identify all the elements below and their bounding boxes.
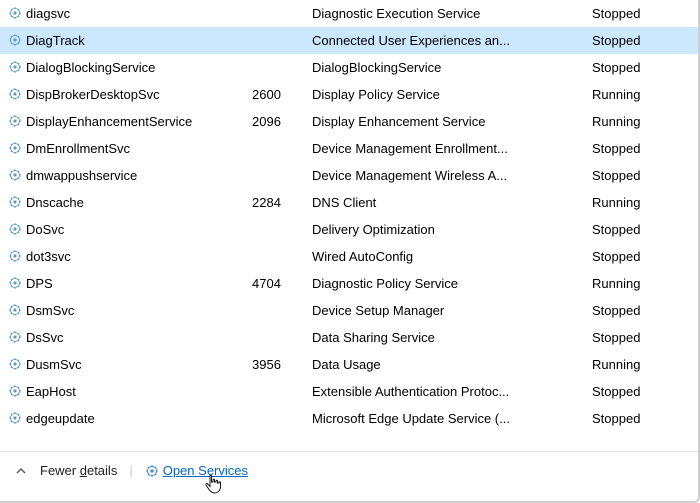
service-gear-icon (6, 303, 24, 317)
fewer-details-hotkey: d (80, 463, 87, 478)
service-status: Stopped (592, 303, 694, 318)
table-row[interactable]: DsmSvc Device Setup ManagerStopped (0, 297, 700, 324)
service-name: EapHost (24, 384, 252, 399)
service-description: Delivery Optimization (312, 222, 592, 237)
fewer-details-pre: Fewer (40, 463, 80, 478)
service-name: DispBrokerDesktopSvc (24, 87, 252, 102)
service-pid: 2600 (252, 87, 312, 102)
service-name: edgeupdate (24, 411, 252, 426)
service-pid: 2096 (252, 114, 312, 129)
service-pid: 4704 (252, 276, 312, 291)
service-gear-icon (6, 276, 24, 290)
service-description: Diagnostic Execution Service (312, 6, 592, 21)
service-gear-icon (6, 6, 24, 20)
service-status: Stopped (592, 60, 694, 75)
table-row[interactable]: Dnscache2284DNS ClientRunning (0, 189, 700, 216)
table-row[interactable]: DispBrokerDesktopSvc2600Display Policy S… (0, 81, 700, 108)
table-row[interactable]: DoSvc Delivery OptimizationStopped (0, 216, 700, 243)
service-pid: 2284 (252, 195, 312, 210)
service-name: DmEnrollmentSvc (24, 141, 252, 156)
open-services-post: ervices (207, 463, 248, 478)
service-description: Microsoft Edge Update Service (... (312, 411, 592, 426)
service-description: Connected User Experiences an... (312, 33, 592, 48)
table-row[interactable]: edgeupdate Microsoft Edge Update Service … (0, 405, 700, 432)
service-name: DialogBlockingService (24, 60, 252, 75)
service-status: Running (592, 87, 694, 102)
service-description: Wired AutoConfig (312, 249, 592, 264)
service-status: Stopped (592, 249, 694, 264)
service-name: Dnscache (24, 195, 252, 210)
service-gear-icon (6, 60, 24, 74)
service-name: DoSvc (24, 222, 252, 237)
service-description: Device Management Wireless A... (312, 168, 592, 183)
table-row[interactable]: DiagTrack Connected User Experiences an..… (0, 27, 700, 54)
service-description: Diagnostic Policy Service (312, 276, 592, 291)
service-gear-icon (6, 114, 24, 128)
service-description: DialogBlockingService (312, 60, 592, 75)
service-status: Stopped (592, 168, 694, 183)
service-gear-icon (6, 195, 24, 209)
service-status: Stopped (592, 384, 694, 399)
service-gear-icon (6, 411, 24, 425)
table-row[interactable]: EapHost Extensible Authentication Protoc.… (0, 378, 700, 405)
service-name: DsmSvc (24, 303, 252, 318)
service-description: Device Management Enrollment... (312, 141, 592, 156)
service-status: Running (592, 114, 694, 129)
service-gear-icon (6, 330, 24, 344)
service-status: Stopped (592, 411, 694, 426)
service-gear-icon (6, 141, 24, 155)
open-services-pre: Open (163, 463, 198, 478)
footer-bar: Fewer details | Open Services (0, 451, 700, 489)
service-description: Device Setup Manager (312, 303, 592, 318)
service-status: Running (592, 357, 694, 372)
service-description: Extensible Authentication Protoc... (312, 384, 592, 399)
service-name: dot3svc (24, 249, 252, 264)
service-description: Data Sharing Service (312, 330, 592, 345)
service-name: dmwappushservice (24, 168, 252, 183)
table-row[interactable]: DsSvc Data Sharing ServiceStopped (0, 324, 700, 351)
service-gear-icon (6, 384, 24, 398)
table-row[interactable]: DialogBlockingService DialogBlockingServi… (0, 54, 700, 81)
service-description: Display Policy Service (312, 87, 592, 102)
service-status: Stopped (592, 222, 694, 237)
service-name: DiagTrack (24, 33, 252, 48)
service-status: Stopped (592, 141, 694, 156)
table-row[interactable]: dot3svc Wired AutoConfigStopped (0, 243, 700, 270)
open-services-hotkey: S (198, 463, 207, 478)
service-status: Running (592, 195, 694, 210)
service-name: DusmSvc (24, 357, 252, 372)
service-status: Running (592, 276, 694, 291)
service-description: Data Usage (312, 357, 592, 372)
service-gear-icon (6, 222, 24, 236)
open-services-link[interactable]: Open Services (145, 463, 248, 478)
service-name: DsSvc (24, 330, 252, 345)
service-gear-icon (6, 168, 24, 182)
service-pid: 3956 (252, 357, 312, 372)
service-name: DPS (24, 276, 252, 291)
service-name: diagsvc (24, 6, 252, 21)
service-gear-icon (6, 357, 24, 371)
service-status: Stopped (592, 6, 694, 21)
table-row[interactable]: DPS4704Diagnostic Policy ServiceRunning (0, 270, 700, 297)
service-gear-icon (6, 33, 24, 47)
service-name: DisplayEnhancementService (24, 114, 252, 129)
gear-icon (145, 464, 159, 478)
table-row[interactable]: DusmSvc3956Data UsageRunning (0, 351, 700, 378)
service-description: DNS Client (312, 195, 592, 210)
fewer-details-link[interactable]: Fewer details (40, 463, 117, 478)
chevron-up-icon (14, 464, 28, 478)
services-table[interactable]: diagsvcDiagnostic Execution ServiceStopp… (0, 0, 700, 432)
service-description: Display Enhancement Service (312, 114, 592, 129)
service-gear-icon (6, 87, 24, 101)
footer-divider: | (129, 463, 132, 478)
service-status: Stopped (592, 33, 694, 48)
fewer-details-post: etails (87, 463, 117, 478)
table-row[interactable]: diagsvc Diagnostic Execution ServiceStopp… (0, 0, 700, 27)
table-row[interactable]: DmEnrollmentSvc Device Management Enrollm… (0, 135, 700, 162)
service-gear-icon (6, 249, 24, 263)
service-status: Stopped (592, 330, 694, 345)
table-row[interactable]: DisplayEnhancementService2096Display Enh… (0, 108, 700, 135)
table-row[interactable]: dmwappushservice Device Management Wirele… (0, 162, 700, 189)
